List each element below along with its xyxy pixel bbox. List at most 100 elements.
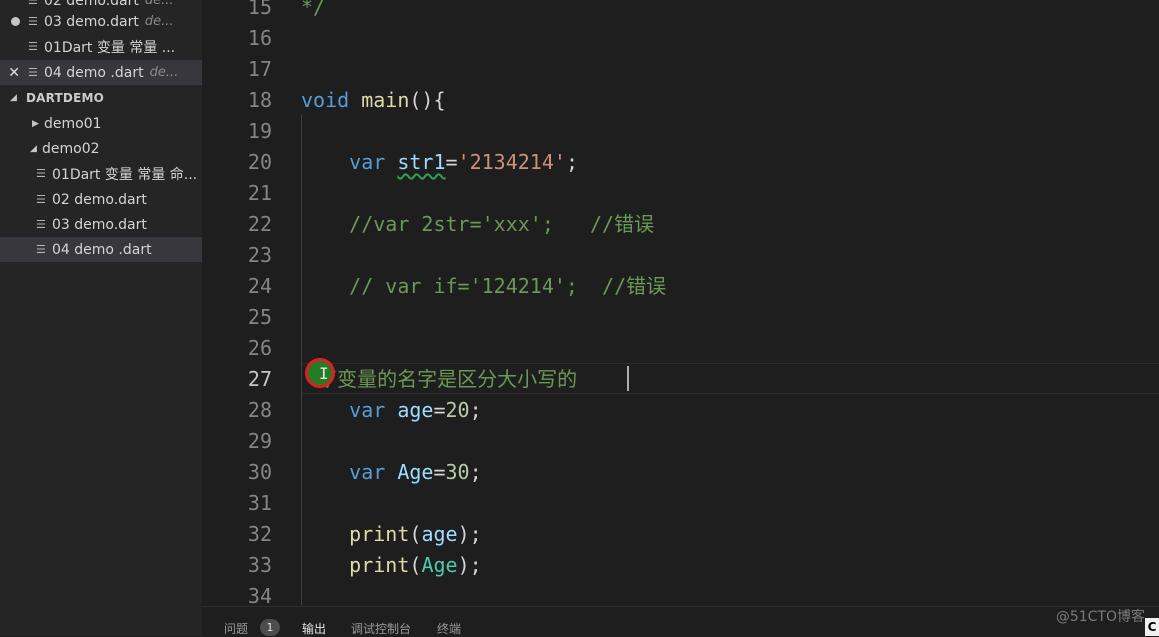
code-line: 28 var age=20; [202, 395, 1159, 426]
editor-state-slot [0, 17, 28, 26]
file-lines-icon: ☰ [36, 243, 46, 256]
code-line: 20 var str1='2134214'; [202, 147, 1159, 178]
tree-item-label: 01Dart 变量 常量 命... [52, 166, 198, 183]
tree-folder[interactable]: ◢ demo02 [0, 136, 202, 161]
code-token: age [421, 522, 458, 546]
line-code: print(age); [301, 519, 481, 550]
tree-file[interactable]: ☰ 02 demo.dart [0, 187, 202, 212]
open-editor-label: 04 demo .dart [44, 64, 144, 81]
code-token: ( [409, 522, 422, 546]
code-editor[interactable]: 15 */16 17 18 void main(){19 20 var str1='213… [202, 0, 1159, 606]
file-lines-icon: ☰ [28, 66, 38, 79]
file-lines-icon: ☰ [36, 167, 46, 180]
code-token: var [349, 398, 386, 422]
line-number: 21 [247, 181, 272, 205]
open-editor-description: de... [149, 65, 179, 80]
problems-count-badge: 1 [260, 619, 280, 636]
code-line: 19 [202, 116, 1159, 147]
code-token: print [349, 553, 410, 577]
tab-output[interactable]: 输出 [302, 620, 326, 637]
code-token: ( [409, 553, 422, 577]
tree-item-label: 03 demo.dart [52, 216, 147, 233]
tab-problems[interactable]: 问题 [224, 620, 248, 637]
code-token: ); [457, 553, 482, 577]
line-number: 25 [247, 305, 272, 329]
line-code: /变量的名字是区分大小写的 [301, 364, 577, 395]
code-line: 33 print(Age); [202, 550, 1159, 581]
code-token: // var if='124214'; //错误 [301, 274, 667, 298]
tree-folder[interactable]: ▶ demo01 [0, 111, 202, 136]
code-token: 30 [445, 460, 470, 484]
editor-state-slot: ✕ [0, 66, 28, 80]
line-number: 24 [247, 274, 272, 298]
tree-item-label: demo01 [44, 115, 102, 132]
line-number: 31 [247, 491, 272, 515]
open-editor-item[interactable]: ✕ ☰ 04 demo .dart de... [0, 60, 202, 85]
line-code: var str1='2134214'; [301, 147, 578, 178]
code-token: //var 2str='xxx'; //错误 [301, 212, 655, 236]
line-number: 30 [247, 460, 272, 484]
workspace-section-header[interactable]: ◢ DARTDEMO [0, 86, 202, 110]
tree-file[interactable]: ☰ 04 demo .dart [0, 237, 202, 262]
tree-item-label: demo02 [42, 140, 100, 157]
code-line: 26 [202, 333, 1159, 364]
tree-file[interactable]: ☰ 01Dart 变量 常量 命... [0, 161, 202, 186]
tab-terminal[interactable]: 终端 [437, 620, 461, 637]
line-number: 28 [247, 398, 272, 422]
code-token: Age [421, 553, 458, 577]
code-token: str1 [397, 150, 446, 174]
chevron-down-icon: ◢ [10, 93, 18, 103]
code-token: = [433, 398, 446, 422]
code-line: 31 [202, 488, 1159, 519]
code-token: var [349, 150, 386, 174]
text-cursor [627, 366, 629, 391]
ibeam-cursor-icon: I [319, 364, 329, 383]
file-lines-icon: ☰ [28, 0, 38, 7]
code-line: 22 //var 2str='xxx'; //错误 [202, 209, 1159, 240]
open-editor-description: de... [144, 0, 174, 8]
code-line: 16 [202, 23, 1159, 54]
line-number: 22 [247, 212, 272, 236]
tab-debug-console[interactable]: 调试控制台 [351, 620, 411, 637]
line-number: 33 [247, 553, 272, 577]
file-lines-icon: ☰ [36, 218, 46, 231]
code-token: print [349, 522, 410, 546]
line-number: 27 [247, 367, 272, 391]
bottom-panel: 问题 1 输出 调试控制台 终端 [202, 606, 1159, 637]
workspace-title: DARTDEMO [26, 91, 105, 105]
line-code: print(Age); [301, 550, 482, 581]
tree-item-label: 04 demo .dart [52, 241, 152, 258]
code-line: 24 // var if='124214'; //错误 [202, 271, 1159, 302]
line-number: 23 [247, 243, 272, 267]
open-editor-item[interactable]: ☰ 01Dart 变量 常量 ... [0, 34, 202, 59]
code-token: age [397, 398, 434, 422]
line-code: var Age=30; [301, 457, 482, 488]
code-line: 27 /变量的名字是区分大小写的 [202, 364, 1159, 395]
code-token: (){ [409, 88, 446, 112]
code-token: ; [469, 460, 482, 484]
tree-file[interactable]: ☰ 03 demo.dart [0, 212, 202, 237]
close-icon[interactable]: ✕ [8, 66, 20, 80]
code-line: 34 [202, 581, 1159, 606]
code-line: 17 [202, 54, 1159, 85]
line-number: 16 [247, 26, 272, 50]
chevron-down-icon: ◢ [30, 143, 37, 154]
tree-item-label: 02 demo.dart [52, 191, 147, 208]
chevron-right-icon: ▶ [32, 118, 39, 129]
code-token: '2134214' [457, 150, 566, 174]
line-number: 26 [247, 336, 272, 360]
code-line: 25 [202, 302, 1159, 333]
code-line: 30 var Age=30; [202, 457, 1159, 488]
line-number: 32 [247, 522, 272, 546]
open-editor-item[interactable]: ☰ 03 demo.dart de... [0, 9, 202, 34]
code-line: 29 [202, 426, 1159, 457]
code-token: /变量的名字是区分大小写的 [301, 367, 578, 391]
line-code: //var 2str='xxx'; //错误 [301, 209, 654, 240]
